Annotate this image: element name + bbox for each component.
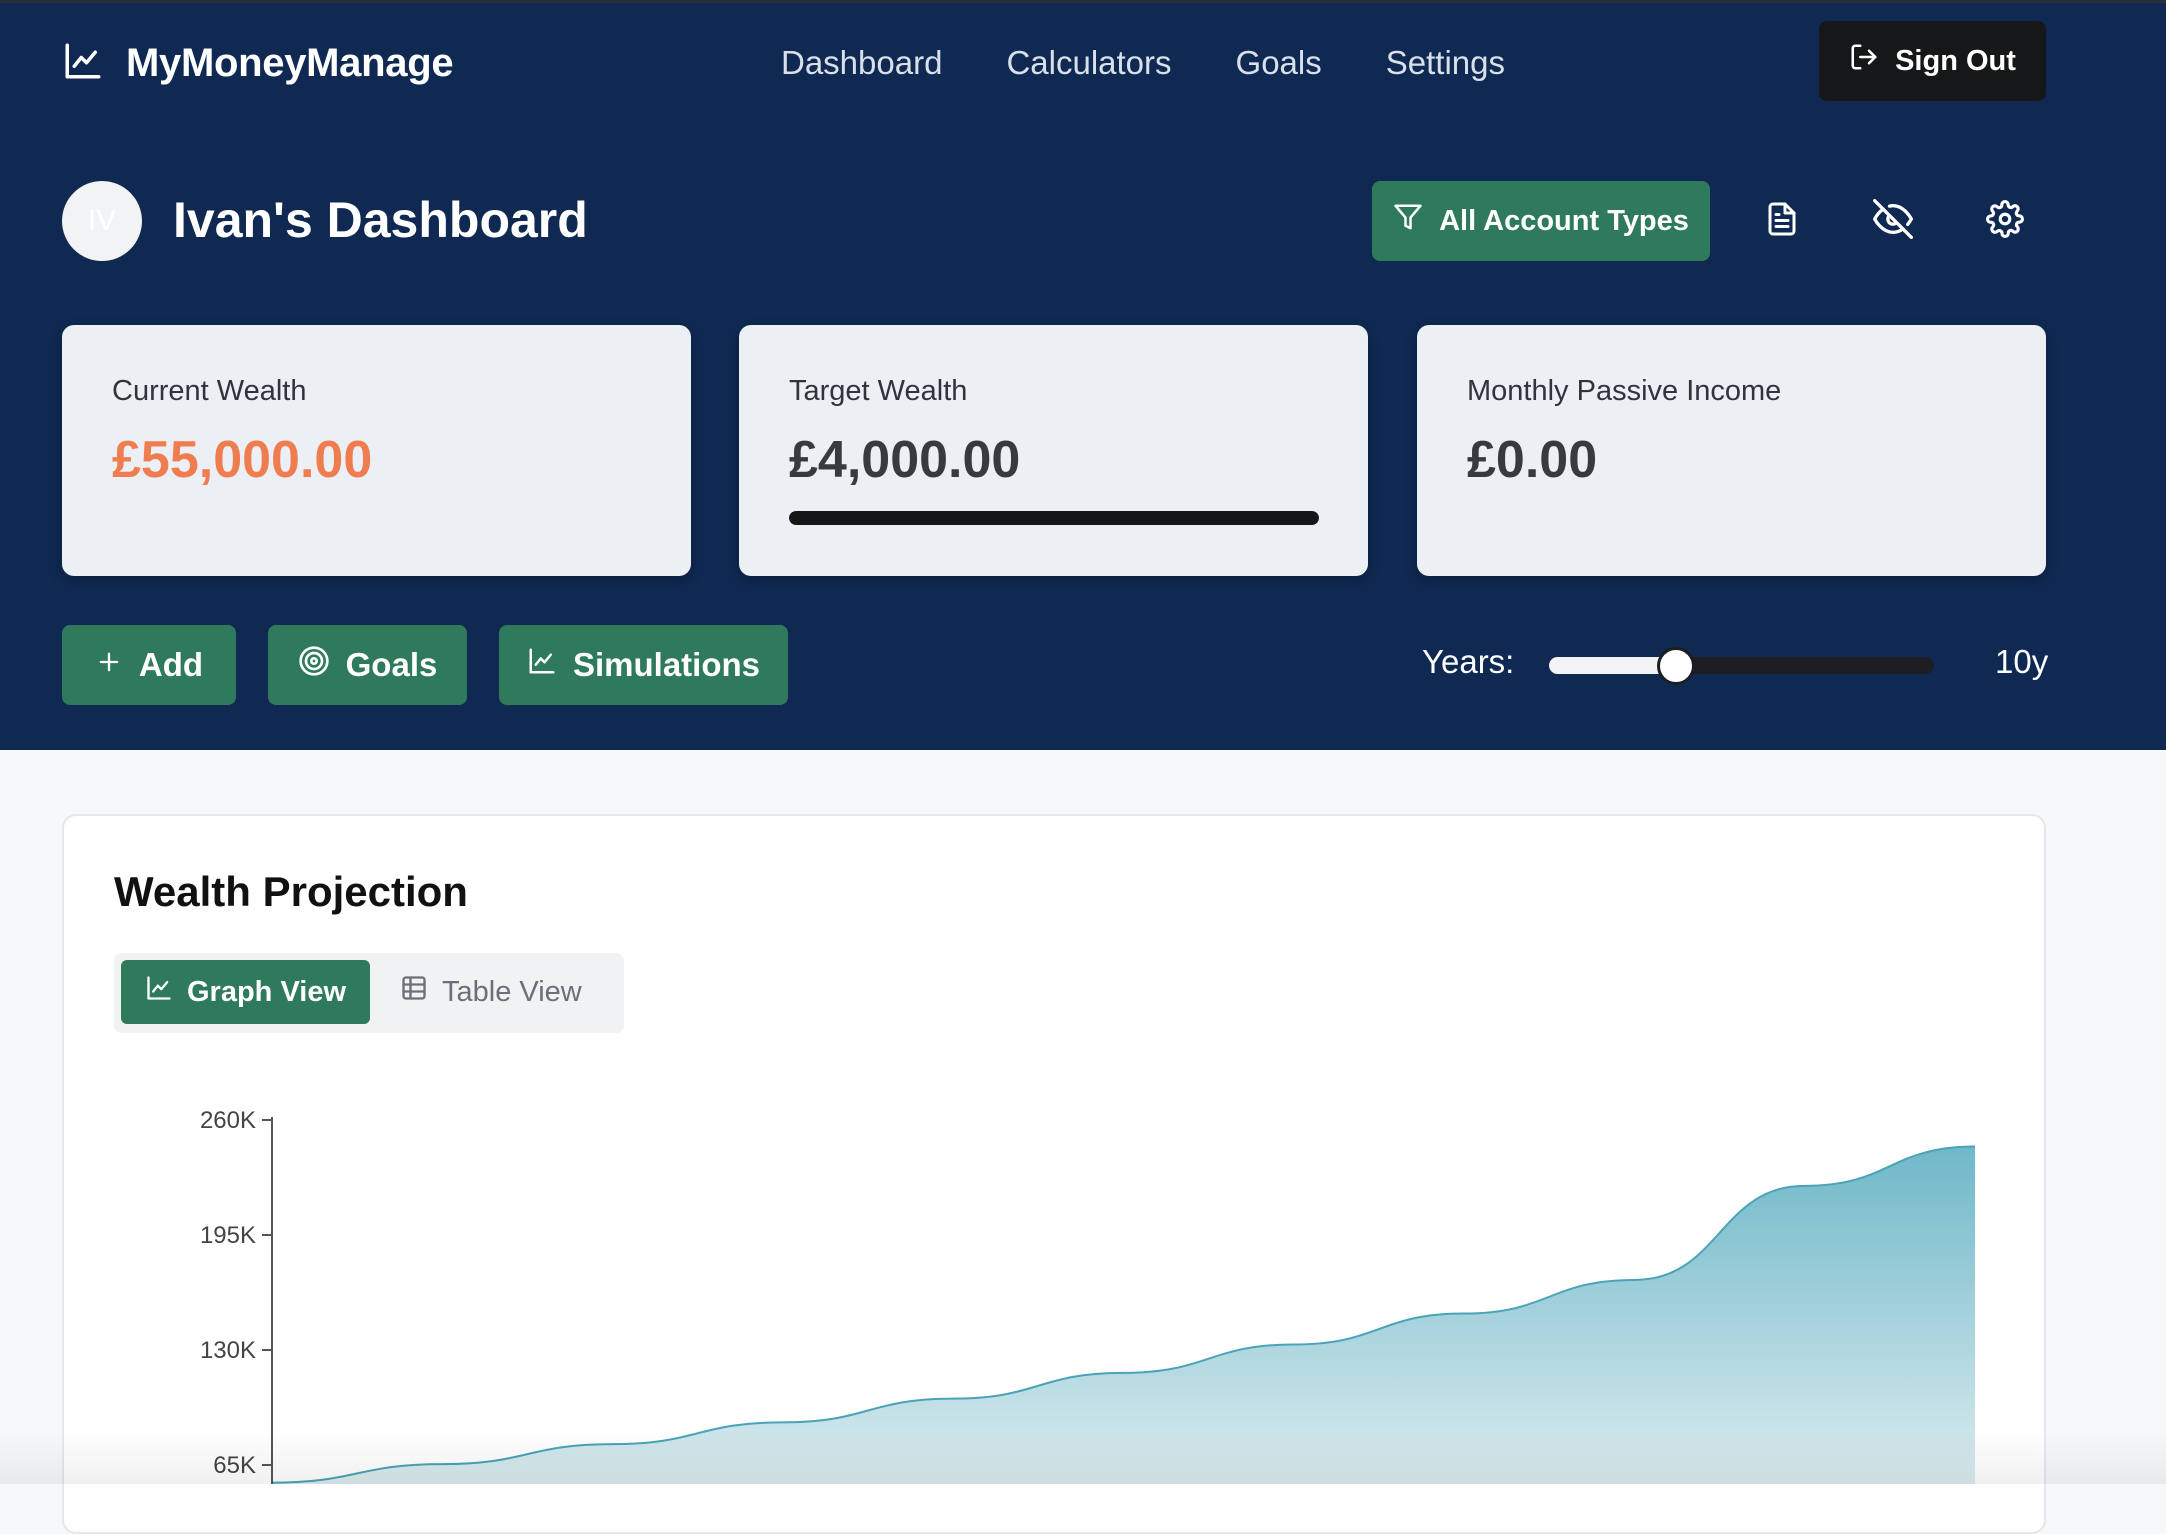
projection-area <box>272 1146 1975 1484</box>
y-tick-label: 260K <box>200 1107 256 1134</box>
y-tick-label: 195K <box>200 1222 256 1249</box>
wealth-projection-chart: 260K 195K 130K 65K <box>200 1107 1976 1484</box>
y-tick-label: 130K <box>200 1337 256 1364</box>
y-tick-label: 65K <box>213 1452 256 1479</box>
